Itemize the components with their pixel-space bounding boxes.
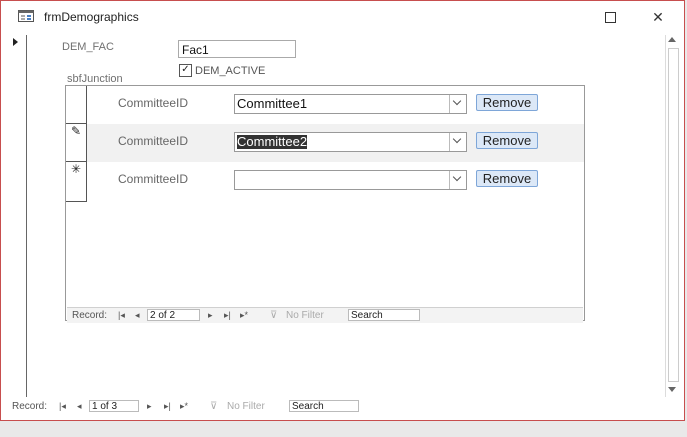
maximize-icon bbox=[604, 12, 616, 23]
subform-record-selectors: ✎ ✳ bbox=[66, 86, 87, 202]
window-title: frmDemographics bbox=[44, 10, 139, 24]
dem-active-checkbox[interactable]: ✓ bbox=[179, 64, 192, 77]
vertical-scrollbar[interactable] bbox=[665, 35, 680, 397]
junction-subform: ✎ ✳ CommitteeID Committee1 Remove Commit… bbox=[65, 85, 585, 323]
title-bar: frmDemographics ✕ bbox=[1, 1, 684, 33]
close-button[interactable]: ✕ bbox=[646, 7, 670, 27]
no-filter-button[interactable]: No Filter bbox=[227, 401, 265, 412]
committee-id-combo[interactable]: Committee2 bbox=[234, 132, 467, 152]
record-position-field[interactable]: 1 of 3 bbox=[89, 400, 139, 412]
record-selector[interactable] bbox=[7, 35, 27, 397]
status-strip bbox=[0, 421, 687, 437]
subform-navigation-bar: Record: |◂ ◂ 2 of 2 ▸ ▸| ▸* ⊽ No Filter … bbox=[67, 307, 583, 323]
committee-id-label: CommitteeID bbox=[118, 134, 189, 148]
previous-record-icon[interactable]: ◂ bbox=[77, 401, 82, 412]
first-record-icon[interactable]: |◂ bbox=[59, 401, 66, 412]
filter-funnel-icon[interactable]: ⊽ bbox=[270, 310, 277, 321]
new-record-icon[interactable]: ▸* bbox=[240, 310, 248, 321]
record-selector-new-row[interactable]: ✳ bbox=[66, 162, 86, 202]
combo-dropdown-button[interactable] bbox=[449, 171, 466, 189]
scroll-up-arrow-icon[interactable] bbox=[668, 37, 676, 42]
subform-new-row: CommitteeID Remove bbox=[87, 162, 584, 200]
search-field[interactable]: Search bbox=[348, 309, 420, 321]
first-record-icon[interactable]: |◂ bbox=[118, 310, 125, 321]
record-selector-row-2[interactable]: ✎ bbox=[66, 124, 86, 162]
record-selector-row-1[interactable] bbox=[66, 86, 86, 124]
last-record-icon[interactable]: ▸| bbox=[224, 310, 231, 321]
subform-label: sbfJunction bbox=[67, 73, 123, 85]
form-window: frmDemographics ✕ DEM_FAC Fac1 ✓ DEM_ACT… bbox=[0, 0, 685, 421]
previous-record-icon[interactable]: ◂ bbox=[135, 310, 140, 321]
maximize-button[interactable] bbox=[598, 7, 622, 27]
form-icon bbox=[18, 10, 34, 22]
pencil-icon: ✎ bbox=[70, 124, 82, 138]
combo-dropdown-button[interactable] bbox=[449, 95, 466, 113]
committee-id-label: CommitteeID bbox=[118, 172, 189, 186]
chevron-down-icon bbox=[452, 172, 462, 182]
dem-active-label: DEM_ACTIVE bbox=[195, 65, 266, 77]
next-record-icon[interactable]: ▸ bbox=[208, 310, 213, 321]
scroll-down-arrow-icon[interactable] bbox=[668, 387, 676, 392]
current-record-arrow-icon bbox=[13, 38, 18, 46]
new-record-asterisk-icon: ✳ bbox=[70, 162, 82, 176]
subform-row: CommitteeID Committee1 Remove bbox=[87, 86, 584, 124]
remove-button[interactable]: Remove bbox=[476, 170, 538, 187]
record-label: Record: bbox=[72, 310, 108, 321]
main-navigation-bar: Record: |◂ ◂ 1 of 3 ▸ ▸| ▸* ⊽ No Filter … bbox=[7, 399, 662, 414]
record-position-field[interactable]: 2 of 2 bbox=[147, 309, 200, 321]
new-record-icon[interactable]: ▸* bbox=[180, 401, 188, 412]
chevron-down-icon bbox=[452, 96, 462, 106]
scroll-thumb[interactable] bbox=[668, 48, 679, 382]
record-label: Record: bbox=[12, 401, 48, 412]
dem-fac-label: DEM_FAC bbox=[62, 41, 114, 53]
dem-fac-field[interactable]: Fac1 bbox=[178, 40, 296, 58]
close-icon: ✕ bbox=[652, 9, 664, 25]
subform-row: CommitteeID Committee2 Remove bbox=[87, 124, 584, 162]
committee-id-value: Committee2 bbox=[237, 134, 308, 149]
search-field[interactable]: Search bbox=[289, 400, 359, 412]
chevron-down-icon bbox=[452, 134, 462, 144]
remove-button[interactable]: Remove bbox=[476, 94, 538, 111]
remove-button[interactable]: Remove bbox=[476, 132, 538, 149]
last-record-icon[interactable]: ▸| bbox=[164, 401, 171, 412]
filter-funnel-icon[interactable]: ⊽ bbox=[210, 401, 217, 412]
combo-dropdown-button[interactable] bbox=[449, 133, 466, 151]
committee-id-combo[interactable]: Committee1 bbox=[234, 94, 467, 114]
next-record-icon[interactable]: ▸ bbox=[147, 401, 152, 412]
no-filter-button[interactable]: No Filter bbox=[286, 310, 324, 321]
committee-id-value: Committee1 bbox=[237, 96, 308, 111]
committee-id-label: CommitteeID bbox=[118, 96, 189, 110]
committee-id-combo[interactable] bbox=[234, 170, 467, 190]
